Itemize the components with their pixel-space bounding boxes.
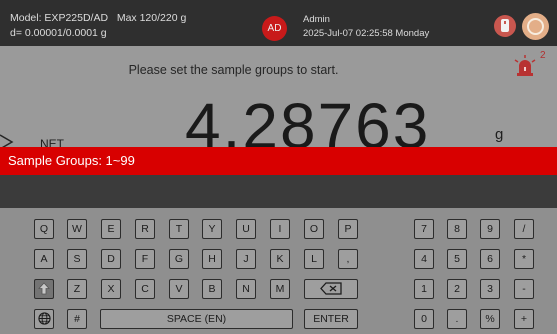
key-language[interactable] [34, 309, 54, 329]
key-l[interactable]: L [304, 249, 324, 269]
key-i[interactable]: I [270, 219, 290, 239]
key-j[interactable]: J [236, 249, 256, 269]
key-1[interactable]: 1 [414, 279, 434, 299]
key-plus[interactable]: + [514, 309, 534, 329]
user-avatar[interactable]: AD [262, 16, 287, 41]
user-info: Admin 2025-Jul-07 02:25:58 Monday [303, 13, 429, 41]
status-bar: Model: EXP225D/AD Max 120/220 g d= 0.000… [0, 0, 557, 46]
key-a[interactable]: A [34, 249, 54, 269]
key-g[interactable]: G [169, 249, 189, 269]
key-e[interactable]: E [101, 219, 121, 239]
key-backspace[interactable] [304, 279, 358, 299]
key-p[interactable]: P [338, 219, 358, 239]
sample-groups-label: Sample Groups: 1~99 [8, 153, 135, 168]
key-multiply[interactable]: * [514, 249, 534, 269]
key-x[interactable]: X [101, 279, 121, 299]
key-8[interactable]: 8 [447, 219, 467, 239]
key-t[interactable]: T [169, 219, 189, 239]
input-banner: Sample Groups: 1~99 [0, 147, 557, 175]
key-divide[interactable]: / [514, 219, 534, 239]
sample-groups-input[interactable] [0, 175, 557, 208]
key-4[interactable]: 4 [414, 249, 434, 269]
key-d[interactable]: D [101, 249, 121, 269]
key-y[interactable]: Y [202, 219, 222, 239]
shift-arrow-icon [38, 282, 50, 295]
key-r[interactable]: R [135, 219, 155, 239]
level-bubble-icon[interactable] [522, 13, 549, 40]
key-minus[interactable]: - [514, 279, 534, 299]
globe-icon [37, 312, 51, 325]
key-enter[interactable]: ENTER [304, 309, 358, 329]
key-w[interactable]: W [67, 219, 87, 239]
key-6[interactable]: 6 [480, 249, 500, 269]
key-o[interactable]: O [304, 219, 324, 239]
key-m[interactable]: M [270, 279, 290, 299]
key-space[interactable]: SPACE (EN) [100, 309, 293, 329]
key-hash[interactable]: # [67, 309, 87, 329]
key-v[interactable]: V [169, 279, 189, 299]
key-b[interactable]: B [202, 279, 222, 299]
key-q[interactable]: Q [34, 219, 54, 239]
key-z[interactable]: Z [67, 279, 87, 299]
instrument-info: Model: EXP225D/AD Max 120/220 g d= 0.000… [10, 11, 186, 41]
max-capacity: Max 120/220 g [116, 12, 187, 24]
weight-unit: g [495, 126, 504, 143]
user-name: Admin [303, 14, 330, 25]
key-c[interactable]: C [135, 279, 155, 299]
instruction-prompt: Please set the sample groups to start. [128, 63, 339, 77]
readability: d= 0.00001/0.0001 g [10, 27, 107, 39]
key-n[interactable]: N [236, 279, 256, 299]
key-shift[interactable] [34, 279, 54, 299]
key-decimal[interactable]: . [447, 309, 467, 329]
key-9[interactable]: 9 [480, 219, 500, 239]
key-2[interactable]: 2 [447, 279, 467, 299]
key-u[interactable]: U [236, 219, 256, 239]
key-f[interactable]: F [135, 249, 155, 269]
model-name: Model: EXP225D/AD [10, 12, 109, 24]
key-5[interactable]: 5 [447, 249, 467, 269]
key-0[interactable]: 0 [414, 309, 434, 329]
date-time: 2025-Jul-07 02:25:58 Monday [303, 28, 430, 39]
key-h[interactable]: H [202, 249, 222, 269]
key-comma[interactable]: , [338, 249, 358, 269]
backspace-icon [320, 282, 342, 295]
on-screen-keyboard: Q W E R T Y U I O P A S D F G H J K L , … [0, 208, 557, 334]
key-percent[interactable]: % [480, 309, 500, 329]
key-k[interactable]: K [270, 249, 290, 269]
alarm-count: 2 [540, 50, 546, 61]
usb-drive-icon[interactable] [494, 15, 516, 37]
key-7[interactable]: 7 [414, 219, 434, 239]
alarm-light-icon[interactable] [512, 54, 538, 76]
key-s[interactable]: S [67, 249, 87, 269]
key-3[interactable]: 3 [480, 279, 500, 299]
